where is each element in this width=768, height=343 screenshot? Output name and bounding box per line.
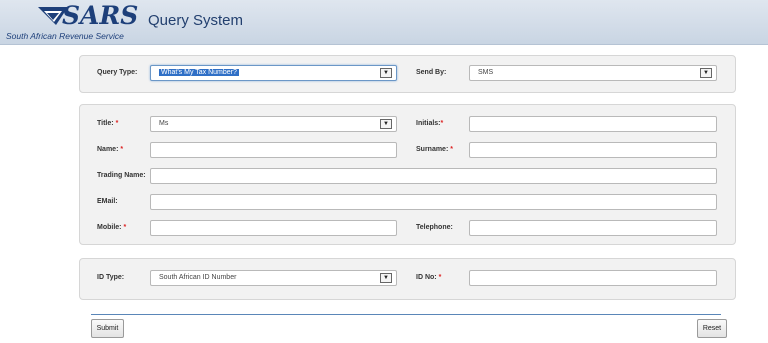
surname-field[interactable] [469,142,717,158]
mobile-label-text: Mobile: [97,224,122,231]
id-no-label: ID No: * [416,274,441,281]
required-marker: * [123,224,127,231]
id-no-field[interactable] [469,270,717,286]
send-by-value: SMS [478,69,494,76]
name-label-text: Name: [97,146,119,153]
send-by-select[interactable]: SMS ▼ [469,65,717,81]
initials-field[interactable] [469,116,717,132]
telephone-label: Telephone: [416,224,453,231]
initials-label-text: Initials: [416,120,441,127]
chevron-down-icon: ▼ [700,68,712,78]
required-marker: * [450,146,453,153]
email-field[interactable] [150,194,717,210]
submit-button[interactable]: Submit [91,319,124,338]
sars-logo: SARS South African Revenue Service [4,2,144,44]
query-type-label: Query Type: [97,69,138,76]
name-field[interactable] [150,142,397,158]
mobile-label: Mobile: * [97,224,126,231]
surname-label: Surname: * [416,146,453,153]
reset-button[interactable]: Reset [697,319,727,338]
title-value: Ms [159,120,169,127]
trading-name-label: Trading Name: [97,172,146,179]
chevron-down-icon: ▼ [380,68,392,78]
form-divider [91,314,721,315]
id-type-label: ID Type: [97,274,125,281]
telephone-field[interactable] [469,220,717,236]
title-select[interactable]: Ms ▼ [150,116,397,132]
name-label: Name: * [97,146,123,153]
query-type-select[interactable]: What's My Tax Number? ▼ [150,65,397,81]
required-marker: * [120,146,124,153]
trading-name-field[interactable] [150,168,717,184]
id-type-value: South African ID Number [159,274,237,281]
email-label: EMail: [97,198,118,205]
page-title: Query System [148,12,244,29]
id-no-label-text: ID No: [416,274,437,281]
required-marker: * [440,120,444,127]
surname-label-text: Surname: [416,146,449,153]
send-by-label: Send By: [416,69,447,76]
query-type-value: What's My Tax Number? [159,69,239,76]
title-label-text: Title: [97,120,114,127]
id-type-select[interactable]: South African ID Number ▼ [150,270,397,286]
logo-text: SARS [62,1,139,30]
required-marker: * [438,274,442,281]
title-label: Title: * [97,120,118,127]
required-marker: * [115,120,119,127]
chevron-down-icon: ▼ [380,273,392,283]
app-header: SARS South African Revenue Service Query… [0,0,768,45]
mobile-field[interactable] [150,220,397,236]
initials-label: Initials:* [416,120,443,127]
chevron-down-icon: ▼ [380,119,392,129]
logo-subtitle: South African Revenue Service [6,31,124,41]
